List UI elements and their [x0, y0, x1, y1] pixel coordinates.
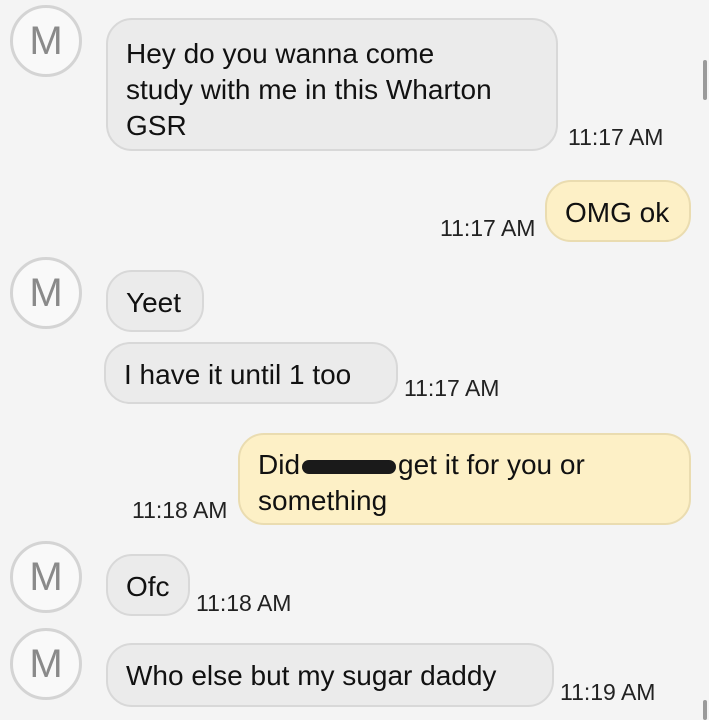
message-line: Hey do you wanna come: [126, 38, 435, 69]
message-timestamp: 11:17 AM: [568, 124, 664, 150]
message-timestamp: 11:19 AM: [560, 679, 656, 705]
message-line: something: [258, 485, 388, 516]
incoming-message[interactable]: Hey do you wanna come study with me in t…: [106, 18, 558, 151]
outgoing-message[interactable]: OMG ok: [545, 180, 691, 242]
message-timestamp: 11:18 AM: [132, 497, 228, 523]
avatar-letter: M: [29, 641, 63, 686]
message-text: Yeet: [126, 287, 182, 318]
avatar-letter: M: [29, 554, 63, 599]
outgoing-message[interactable]: Did get it for you or something: [238, 433, 691, 525]
message-text: Ofc: [126, 571, 170, 602]
contact-avatar[interactable]: M: [10, 5, 82, 77]
redaction-mark: [302, 459, 397, 474]
message-text: I have it until 1 too: [124, 359, 352, 390]
contact-avatar[interactable]: M: [10, 628, 82, 700]
message-text: OMG ok: [565, 197, 670, 228]
message-line: Did get it for you or: [258, 447, 671, 483]
message-line: GSR: [126, 110, 187, 141]
avatar-letter: M: [29, 270, 63, 315]
incoming-message[interactable]: Who else but my sugar daddy: [106, 643, 554, 707]
incoming-message[interactable]: Yeet: [106, 270, 204, 332]
message-text: Who else but my sugar daddy: [126, 660, 497, 691]
contact-avatar[interactable]: M: [10, 541, 82, 613]
contact-avatar[interactable]: M: [10, 257, 82, 329]
message-line: study with me in this Wharton: [126, 74, 492, 105]
scrollbar-thumb[interactable]: [703, 60, 707, 100]
scrollbar-thumb[interactable]: [703, 700, 707, 720]
message-timestamp: 11:17 AM: [404, 375, 500, 401]
message-timestamp: 11:17 AM: [440, 215, 536, 241]
incoming-message[interactable]: I have it until 1 too: [104, 342, 398, 404]
message-timestamp: 11:18 AM: [196, 590, 292, 616]
avatar-letter: M: [29, 18, 63, 63]
message-text: Did: [258, 449, 301, 480]
message-text: get it for you or: [398, 449, 585, 480]
incoming-message[interactable]: Ofc: [106, 554, 190, 616]
